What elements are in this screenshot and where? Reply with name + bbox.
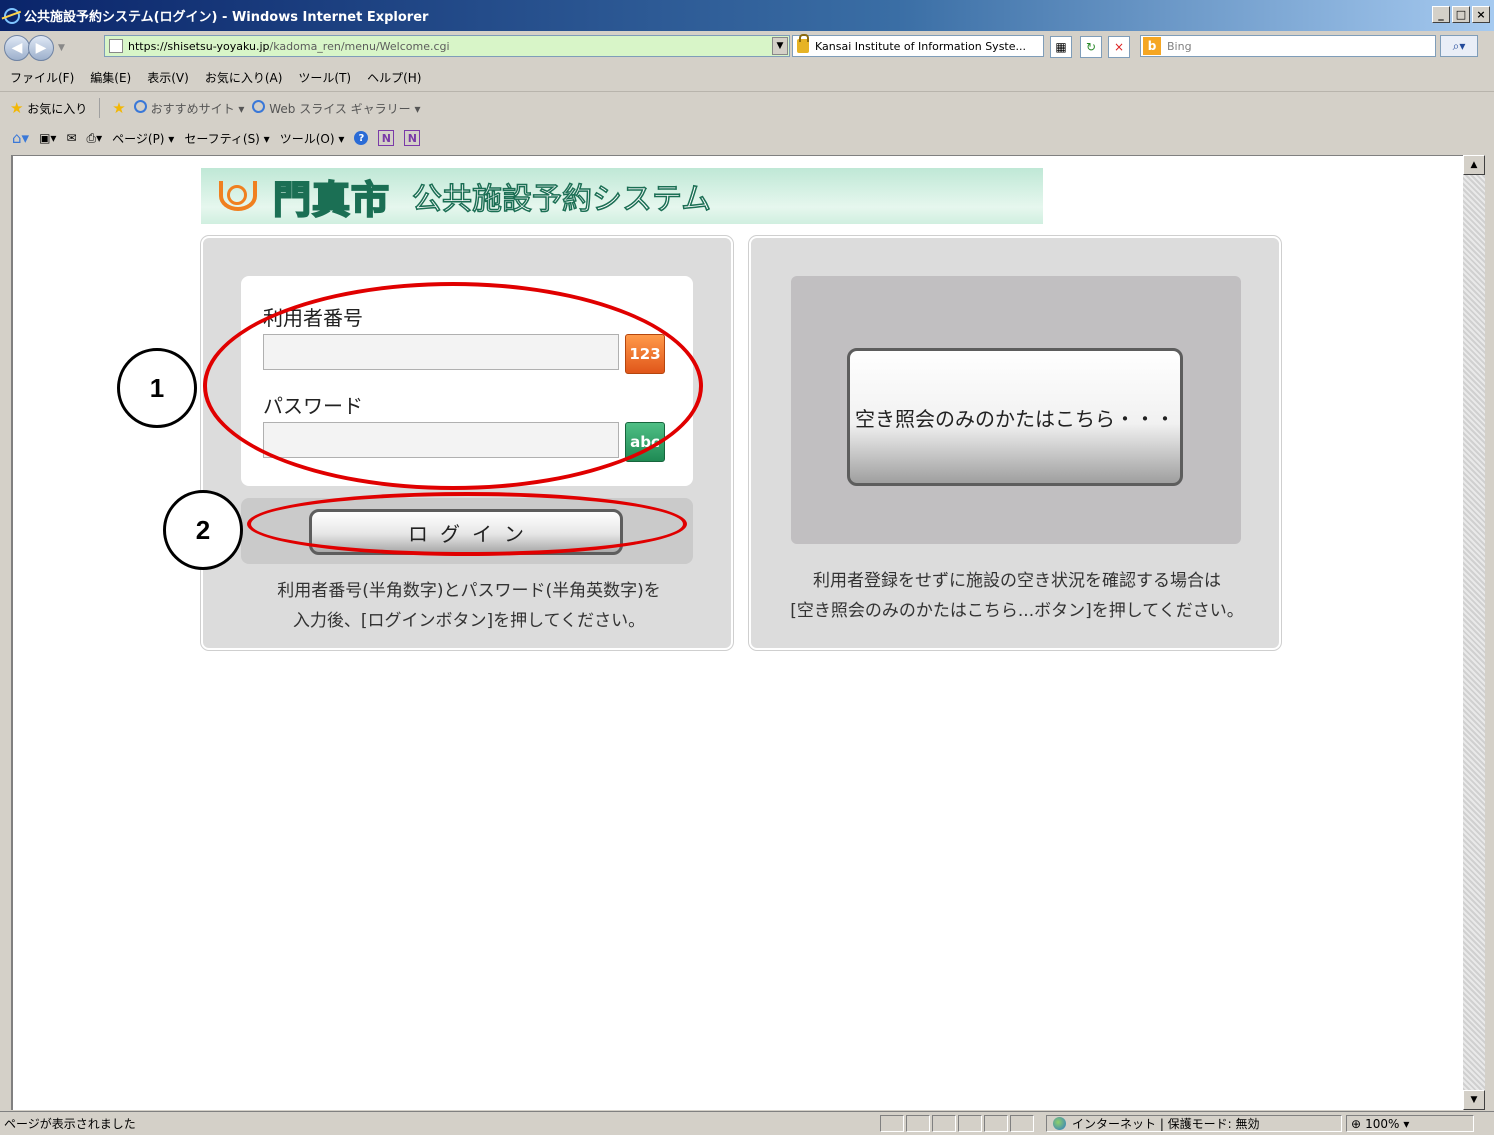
compatibility-view-button[interactable]: ▦ [1050, 36, 1072, 58]
window-title-bar: 公共施設予約システム(ログイン) - Windows Internet Expl… [0, 0, 1494, 31]
stop-button[interactable]: × [1108, 36, 1130, 58]
search-icon: ⌕ [1452, 38, 1460, 53]
city-logo-icon [215, 179, 255, 213]
onenote-send-icon[interactable]: N [404, 130, 421, 146]
status-cells [880, 1115, 1034, 1132]
globe-icon [1053, 1117, 1066, 1130]
security-zone[interactable]: インターネット | 保護モード: 無効 [1046, 1115, 1342, 1132]
print-icon[interactable]: ⎙▾ [87, 131, 103, 146]
favorites-bar: ★ お気に入り ★ おすすめサイト ▾ Web スライス ギャラリー ▾ [0, 93, 1494, 123]
home-icon[interactable]: ⌂▾ [12, 129, 29, 147]
magnifier-icon: ⊕ [1351, 1116, 1362, 1131]
annotation-marker-2: 2 [163, 490, 243, 570]
forward-button[interactable]: ▶ [28, 34, 54, 61]
ie-page-icon [133, 99, 147, 113]
menu-favorites[interactable]: お気に入り(A) [205, 69, 283, 86]
refresh-button[interactable]: ↻ [1080, 36, 1102, 58]
availability-box: 空き照会のみのかたはこちら・・・ [791, 276, 1241, 544]
status-cell [958, 1115, 982, 1132]
window-title: 公共施設予約システム(ログイン) - Windows Internet Expl… [24, 10, 429, 25]
annotation-ring-1 [203, 282, 703, 490]
bing-icon: b [1143, 37, 1161, 55]
menu-bar: ファイル(F) 編集(E) 表示(V) お気に入り(A) ツール(T) ヘルプ(… [0, 64, 1494, 92]
close-button[interactable]: × [1472, 6, 1490, 23]
address-row: ◀ ▶ ▼ https://shisetsu-yoyaku.jp/kadoma_… [0, 31, 1494, 64]
search-button[interactable]: ⌕ ▾ [1440, 35, 1478, 57]
availability-panel: 空き照会のみのかたはこちら・・・ 利用者登録をせずに施設の空き状況を確認する場合… [748, 235, 1282, 651]
status-text: ページが表示されました [4, 1117, 136, 1131]
safety-menu[interactable]: セーフティ(S) ▾ [184, 130, 269, 147]
scroll-up-arrow-icon[interactable]: ▲ [1463, 155, 1485, 175]
vertical-scrollbar[interactable]: ▲ ▼ [1463, 155, 1485, 1110]
tools-menu[interactable]: ツール(O) ▾ [280, 130, 345, 147]
status-bar: ページが表示されました インターネット | 保護モード: 無効 ⊕ 100% ▾ [0, 1111, 1494, 1135]
login-help-line1: 利用者番号(半角数字)とパスワード(半角英数字)を [277, 581, 661, 601]
security-report[interactable]: Kansai Institute of Information Syste... [792, 34, 1044, 57]
url-path: /kadoma_ren/menu/Welcome.cgi [269, 39, 450, 53]
help-icon[interactable]: ? [354, 131, 369, 145]
availability-help-line1: 利用者登録をせずに施設の空き状況を確認する場合は [813, 571, 1221, 591]
suggested-sites[interactable]: おすすめサイト ▾ [133, 99, 245, 117]
menu-file[interactable]: ファイル(F) [10, 69, 74, 86]
separator [99, 98, 101, 118]
feeds-icon[interactable]: ▣▾ [39, 131, 56, 145]
site-banner: 門真市 公共施設予約システム [201, 168, 1043, 224]
mail-icon[interactable]: ✉ [66, 131, 76, 145]
status-cell [984, 1115, 1008, 1132]
status-cell [932, 1115, 956, 1132]
lock-icon [797, 34, 809, 53]
page-viewport: 門真市 公共施設予約システム 利用者番号 123 パスワード abc ログイン … [11, 155, 1472, 1110]
menu-edit[interactable]: 編集(E) [90, 69, 131, 86]
window-controls: _ □ × [1432, 6, 1490, 23]
suggested-sites-label: おすすめサイト ▾ [150, 101, 245, 116]
zoom-dropdown-icon[interactable]: ▾ [1403, 1117, 1409, 1131]
onenote-icon[interactable]: N [378, 130, 395, 146]
maximize-button[interactable]: □ [1452, 6, 1470, 23]
status-cell [1010, 1115, 1034, 1132]
system-name: 公共施設予約システム [411, 181, 712, 218]
star-icon: ★ [10, 99, 24, 117]
page-menu[interactable]: ページ(P) ▾ [112, 130, 174, 147]
menu-view[interactable]: 表示(V) [147, 69, 189, 86]
command-bar: ⌂▾ ▣▾ ✉ ⎙▾ ページ(P) ▾ セーフティ(S) ▾ ツール(O) ▾ … [0, 123, 1494, 153]
page-icon [109, 39, 123, 53]
security-label: Kansai Institute of Information Syste... [815, 39, 1026, 53]
address-dropdown-button[interactable]: ▼ [772, 37, 788, 55]
minimize-button[interactable]: _ [1432, 6, 1450, 23]
scroll-down-arrow-icon[interactable]: ▼ [1463, 1090, 1485, 1110]
web-slice-label: Web スライス ギャラリー ▾ [269, 101, 421, 116]
add-favorite-icon[interactable]: ★ [112, 99, 125, 117]
ie-page-icon [252, 99, 266, 113]
availability-help-line2: [空き照会のみのかたはこちら...ボタン]を押してください。 [790, 601, 1244, 621]
history-dropdown-icon[interactable]: ▼ [58, 43, 65, 53]
status-cell [906, 1115, 930, 1132]
ie-icon [4, 7, 20, 24]
city-name: 門真市 [272, 177, 391, 223]
search-placeholder: Bing [1167, 39, 1192, 53]
web-slice-gallery[interactable]: Web スライス ギャラリー ▾ [252, 99, 421, 117]
back-button[interactable]: ◀ [4, 34, 30, 61]
menu-help[interactable]: ヘルプ(H) [367, 69, 421, 86]
login-help-line2: 入力後、[ログインボタン]を押してください。 [292, 611, 646, 631]
annotation-marker-1: 1 [117, 348, 197, 428]
availability-only-button[interactable]: 空き照会のみのかたはこちら・・・ [847, 348, 1183, 486]
zoom-control[interactable]: ⊕ 100% ▾ [1346, 1115, 1474, 1132]
zoom-level: 100% [1365, 1116, 1400, 1131]
url-host: https://shisetsu-yoyaku.jp [128, 39, 270, 53]
favorites-button[interactable]: ★ お気に入り [10, 99, 87, 117]
status-cell [880, 1115, 904, 1132]
address-input[interactable]: https://shisetsu-yoyaku.jp/kadoma_ren/me… [104, 35, 790, 57]
favorites-label: お気に入り [27, 102, 88, 116]
zone-label: インターネット | 保護モード: 無効 [1072, 1117, 1260, 1131]
annotation-ring-2 [247, 492, 687, 556]
search-input[interactable]: b Bing [1140, 35, 1436, 57]
menu-tools[interactable]: ツール(T) [298, 69, 351, 86]
